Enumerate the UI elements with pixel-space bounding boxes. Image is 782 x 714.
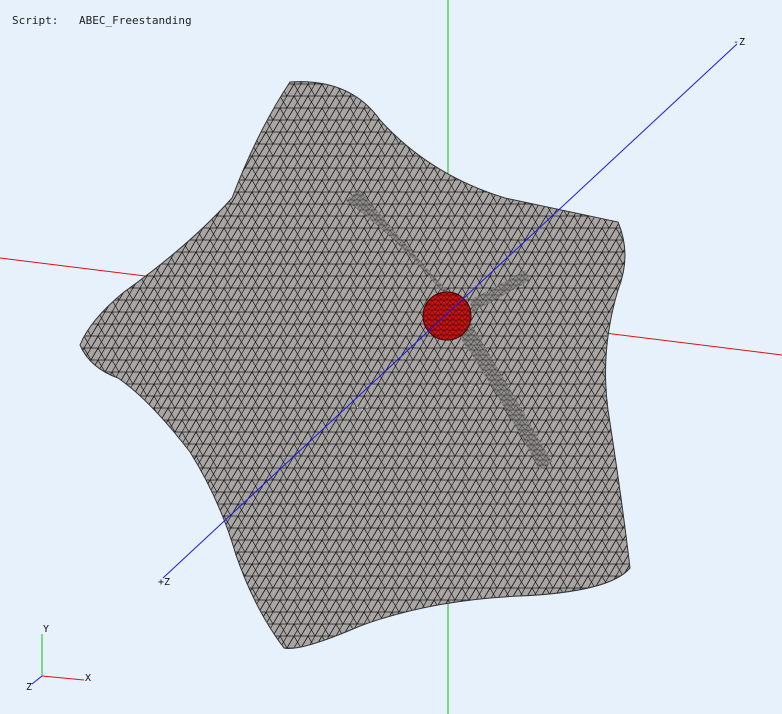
triad-z-label: Z <box>26 682 32 693</box>
inner-marker-left: ·,· <box>355 403 369 412</box>
triad-y-label: Y <box>43 624 49 635</box>
script-name: ABEC_Freestanding <box>79 14 192 27</box>
script-label: Script: <box>12 14 59 27</box>
inner-marker-right: ·,· <box>468 381 482 390</box>
driver-surface[interactable] <box>422 291 472 341</box>
minus-z-label: -Z <box>733 37 745 48</box>
3d-viewport[interactable]: -Z +Z ·,· ·,· Y X Z <box>0 0 782 714</box>
horn-mesh-surface <box>79 81 631 650</box>
orientation-triad: Y X Z <box>26 624 91 693</box>
triad-x-axis <box>41 675 85 681</box>
plus-z-label: +Z <box>158 577 170 588</box>
triad-x-label: X <box>85 673 91 684</box>
triad-z-axis <box>31 675 43 685</box>
